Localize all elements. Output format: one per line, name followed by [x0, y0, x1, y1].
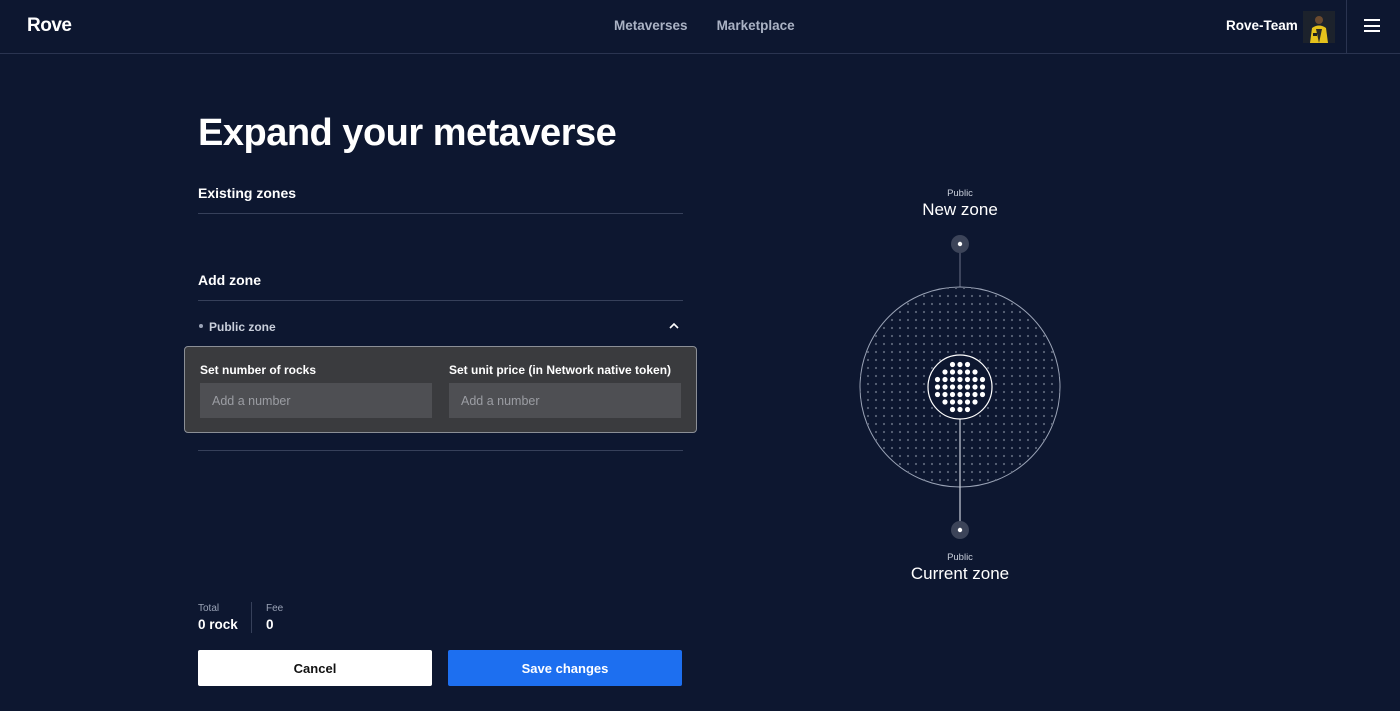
total-value: 0 rock: [198, 617, 238, 632]
rock-dot: [949, 406, 956, 413]
rocks-input[interactable]: [200, 383, 432, 418]
rock-dot: [942, 384, 948, 390]
summary-divider: [251, 602, 252, 633]
zone-name: Public zone: [209, 320, 276, 334]
rock-dot: [964, 361, 971, 368]
price-input[interactable]: [449, 383, 681, 418]
hamburger-menu-icon[interactable]: [1364, 19, 1380, 33]
rock-dot: [949, 384, 956, 390]
rock-dot: [957, 361, 963, 368]
rock-dot: [964, 384, 971, 390]
rock-dot: [957, 384, 963, 390]
rock-dot: [964, 391, 971, 398]
rock-dot: [934, 376, 941, 383]
rock-dot: [964, 376, 971, 383]
rock-dot: [957, 406, 963, 413]
total-label: Total: [198, 603, 220, 614]
fee-value: 0: [266, 617, 274, 632]
save-changes-button[interactable]: Save changes: [448, 650, 682, 686]
rock-dot: [979, 391, 986, 398]
bullet-icon: [199, 324, 203, 328]
rock-dot: [942, 391, 948, 398]
current-zone-label: Current zone: [910, 564, 1010, 583]
current-zone-type: Public: [947, 552, 973, 563]
divider: [198, 213, 683, 214]
rock-dot: [972, 391, 978, 398]
username[interactable]: Rove-Team: [1226, 18, 1298, 33]
price-label: Set unit price (in Network native token): [449, 363, 672, 377]
avatar-image-icon: [1303, 11, 1335, 43]
new-zone-label: New zone: [922, 200, 998, 219]
top-header: Rove Metaverses Marketplace Rove-Team: [0, 0, 1400, 54]
rock-dot: [934, 384, 941, 390]
rock-dot: [964, 406, 971, 413]
rocks-label: Set number of rocks: [200, 363, 317, 377]
new-zone-type: Public: [947, 188, 973, 199]
rock-dot: [972, 369, 978, 375]
nav-metaverses[interactable]: Metaverses: [614, 18, 688, 33]
rock-dot: [949, 391, 956, 398]
rock-dot: [979, 384, 986, 390]
fee-label: Fee: [266, 603, 284, 614]
rock-dot: [979, 376, 986, 383]
rock-dot: [942, 369, 948, 375]
avatar[interactable]: [1303, 11, 1335, 43]
main-nav: Metaverses Marketplace: [614, 18, 795, 33]
page-title: Expand your metaverse: [198, 112, 617, 154]
rock-dot: [964, 369, 971, 375]
app-root: Rove Metaverses Marketplace Rove-Team Ex…: [0, 0, 1400, 711]
zone-diagram: Public New zone Public Current zone: [840, 180, 1080, 590]
rock-dot: [957, 391, 963, 398]
chevron-up-icon[interactable]: [669, 321, 679, 331]
rock-dot: [942, 376, 948, 383]
rock-dot: [964, 399, 971, 405]
rock-dot: [957, 376, 963, 383]
rock-dot: [949, 399, 956, 405]
rock-dot: [972, 384, 978, 390]
rock-dot: [957, 399, 963, 405]
rove-logo[interactable]: Rove: [27, 15, 72, 37]
zone-settings-panel: Set number of rocks Set unit price (in N…: [184, 346, 697, 433]
add-zone-heading: Add zone: [198, 272, 261, 288]
divider: [198, 300, 683, 301]
rock-dot: [972, 376, 978, 383]
existing-zones-heading: Existing zones: [198, 185, 297, 201]
rock-dot: [972, 399, 978, 405]
zone-diagram-graphic: [859, 235, 1061, 539]
rock-dot: [949, 376, 956, 383]
rock-dot: [942, 399, 948, 405]
divider: [198, 450, 683, 451]
nav-marketplace[interactable]: Marketplace: [717, 18, 795, 33]
zone-accordion-header[interactable]: Public zone: [198, 318, 683, 336]
rock-dot: [949, 369, 956, 375]
rock-dot: [934, 391, 941, 398]
rock-dot: [949, 361, 956, 368]
rock-dot: [957, 369, 963, 375]
cancel-button[interactable]: Cancel: [198, 650, 432, 686]
header-divider: [1346, 0, 1347, 54]
